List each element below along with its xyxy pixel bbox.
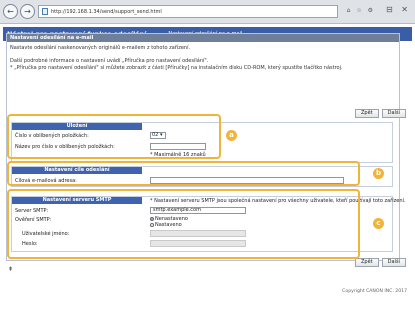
callout-badge-c: c — [373, 218, 384, 229]
panel-info: Nastavte odesílání naskenovaných originá… — [7, 42, 399, 71]
home-star-gear-icons[interactable]: ⌂ ☆ ⚙ — [347, 7, 375, 14]
bottom-button-group: Zpět Další — [355, 258, 406, 267]
info-line: * „Příručka pro nastavení odesílání" si … — [10, 64, 343, 71]
top-button-group: Zpět Další — [355, 109, 406, 118]
back-button[interactable]: Zpět — [355, 258, 379, 267]
page-top-icon[interactable]: ⇞ — [8, 266, 13, 273]
highlight-box-a — [7, 114, 221, 159]
panel-heading: Nastavení odesílání na e-mail — [7, 34, 399, 42]
address-bar-url: http://192.168.1.34/send/support_send.ht… — [51, 8, 162, 15]
next-button[interactable]: Další — [381, 258, 406, 267]
callout-badge-b: b — [373, 168, 384, 179]
back-button[interactable]: Zpět — [355, 109, 379, 118]
back-arrow-icon[interactable]: ← — [3, 4, 18, 19]
window-controls-icons[interactable]: ⊟ ✕ — [386, 5, 411, 14]
browser-toolbar: ← → http://192.168.1.34/send/support_sen… — [0, 0, 415, 24]
copyright: Copyright CANON INC. 2017 — [342, 289, 407, 294]
highlight-box-c — [7, 189, 360, 259]
address-bar[interactable]: http://192.168.1.34/send/support_send.ht… — [38, 5, 338, 18]
page-icon — [42, 8, 48, 15]
callout-badge-a: a — [226, 130, 237, 141]
next-button[interactable]: Další — [381, 109, 406, 118]
forward-arrow-icon[interactable]: → — [20, 4, 35, 19]
highlight-box-b — [7, 161, 360, 186]
